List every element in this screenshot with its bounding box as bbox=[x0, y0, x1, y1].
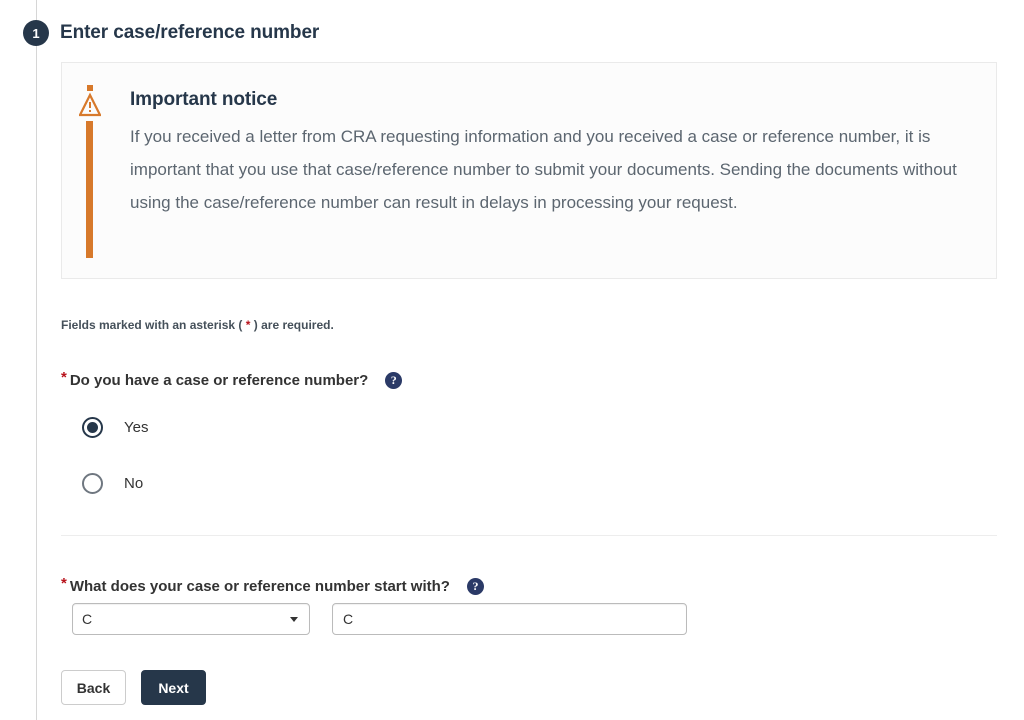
case-number-field-row: C bbox=[72, 603, 687, 635]
notice-text: If you received a letter from CRA reques… bbox=[130, 127, 957, 212]
case-number-input[interactable] bbox=[332, 603, 687, 635]
step-header: 1 Enter case/reference number bbox=[0, 19, 319, 47]
help-icon[interactable]: ? bbox=[466, 578, 484, 595]
chevron-down-icon bbox=[290, 616, 298, 622]
radio-option-no[interactable]: No bbox=[82, 473, 143, 494]
page-title: Enter case/reference number bbox=[60, 22, 320, 43]
case-prefix-select-value: C bbox=[82, 611, 93, 627]
legend-suffix: ) are required. bbox=[253, 318, 334, 332]
important-notice-panel: Important notice If you received a lette… bbox=[61, 62, 997, 279]
question-number-prefix-label: * What does your case or reference numbe… bbox=[61, 575, 484, 595]
required-asterisk: * bbox=[61, 369, 67, 386]
radio-yes-label: Yes bbox=[124, 419, 149, 436]
question-label-text: Do you have a case or reference number? bbox=[69, 372, 369, 389]
back-button[interactable]: Back bbox=[61, 670, 126, 705]
legend-prefix: Fields marked with an asterisk ( bbox=[61, 318, 243, 332]
case-prefix-select[interactable]: C bbox=[72, 603, 310, 635]
radio-no-label: No bbox=[124, 475, 144, 492]
step-number-badge: 1 bbox=[23, 20, 49, 46]
radio-option-yes[interactable]: Yes bbox=[82, 417, 148, 438]
question-have-case-number-label: * Do you have a case or reference number… bbox=[61, 369, 403, 389]
section-divider bbox=[61, 535, 997, 536]
help-icon[interactable]: ? bbox=[385, 372, 403, 389]
case-reference-number-form: 1 Enter case/reference number Important … bbox=[0, 0, 1024, 720]
notice-heading: Important notice bbox=[130, 89, 278, 110]
required-asterisk: * bbox=[61, 575, 67, 592]
notice-accent-bar bbox=[86, 121, 93, 258]
question-label-text: What does your case or reference number … bbox=[69, 578, 450, 595]
step-rail-line bbox=[36, 0, 37, 720]
required-fields-legend: Fields marked with an asterisk ( * ) are… bbox=[61, 318, 334, 332]
form-actions: Back Next bbox=[61, 670, 206, 705]
legend-asterisk: * bbox=[245, 318, 251, 332]
next-button[interactable]: Next bbox=[141, 670, 206, 705]
warning-triangle-icon bbox=[78, 85, 102, 119]
radio-no-input[interactable] bbox=[82, 473, 103, 494]
radio-yes-input[interactable] bbox=[82, 417, 103, 438]
